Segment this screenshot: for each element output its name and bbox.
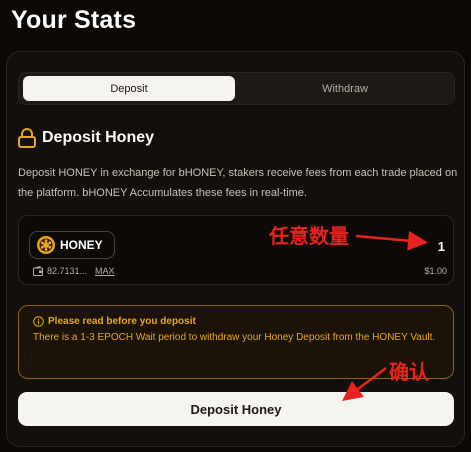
token-name: HONEY: [60, 238, 103, 252]
deposit-honey-button[interactable]: Deposit Honey: [18, 392, 454, 426]
notice-title: Please read before you deposit: [48, 316, 196, 327]
tab-deposit[interactable]: Deposit: [23, 76, 235, 101]
max-button[interactable]: MAX: [95, 266, 115, 276]
lock-icon: [18, 128, 36, 148]
section-header: Deposit Honey: [18, 128, 154, 148]
info-icon: [33, 316, 44, 327]
stats-panel: Deposit Withdraw Deposit Honey Deposit H…: [6, 51, 465, 447]
usd-value: $1.00: [424, 266, 447, 276]
token-selector[interactable]: HONEY: [29, 231, 115, 259]
annotation-confirm: 确认: [389, 362, 429, 384]
deposit-description: Deposit HONEY in exchange for bHONEY, st…: [18, 167, 458, 199]
annotation-quantity: 任意数量: [269, 226, 349, 248]
honey-icon: [37, 236, 55, 254]
deposit-withdraw-tabs: Deposit Withdraw: [18, 72, 455, 105]
notice-header: Please read before you deposit: [33, 316, 439, 327]
notice-body: There is a 1-3 EPOCH Wait period to with…: [33, 332, 436, 343]
wallet-icon: [33, 266, 43, 276]
tab-withdraw[interactable]: Withdraw: [239, 76, 451, 101]
section-title: Deposit Honey: [42, 129, 155, 146]
balance-value: 82.7131...: [47, 266, 88, 276]
balance-row: 82.7131... MAX: [33, 266, 115, 276]
page-title: Your Stats: [11, 6, 137, 34]
amount-input-card: HONEY 82.7131... MAX $1.00: [18, 215, 454, 285]
